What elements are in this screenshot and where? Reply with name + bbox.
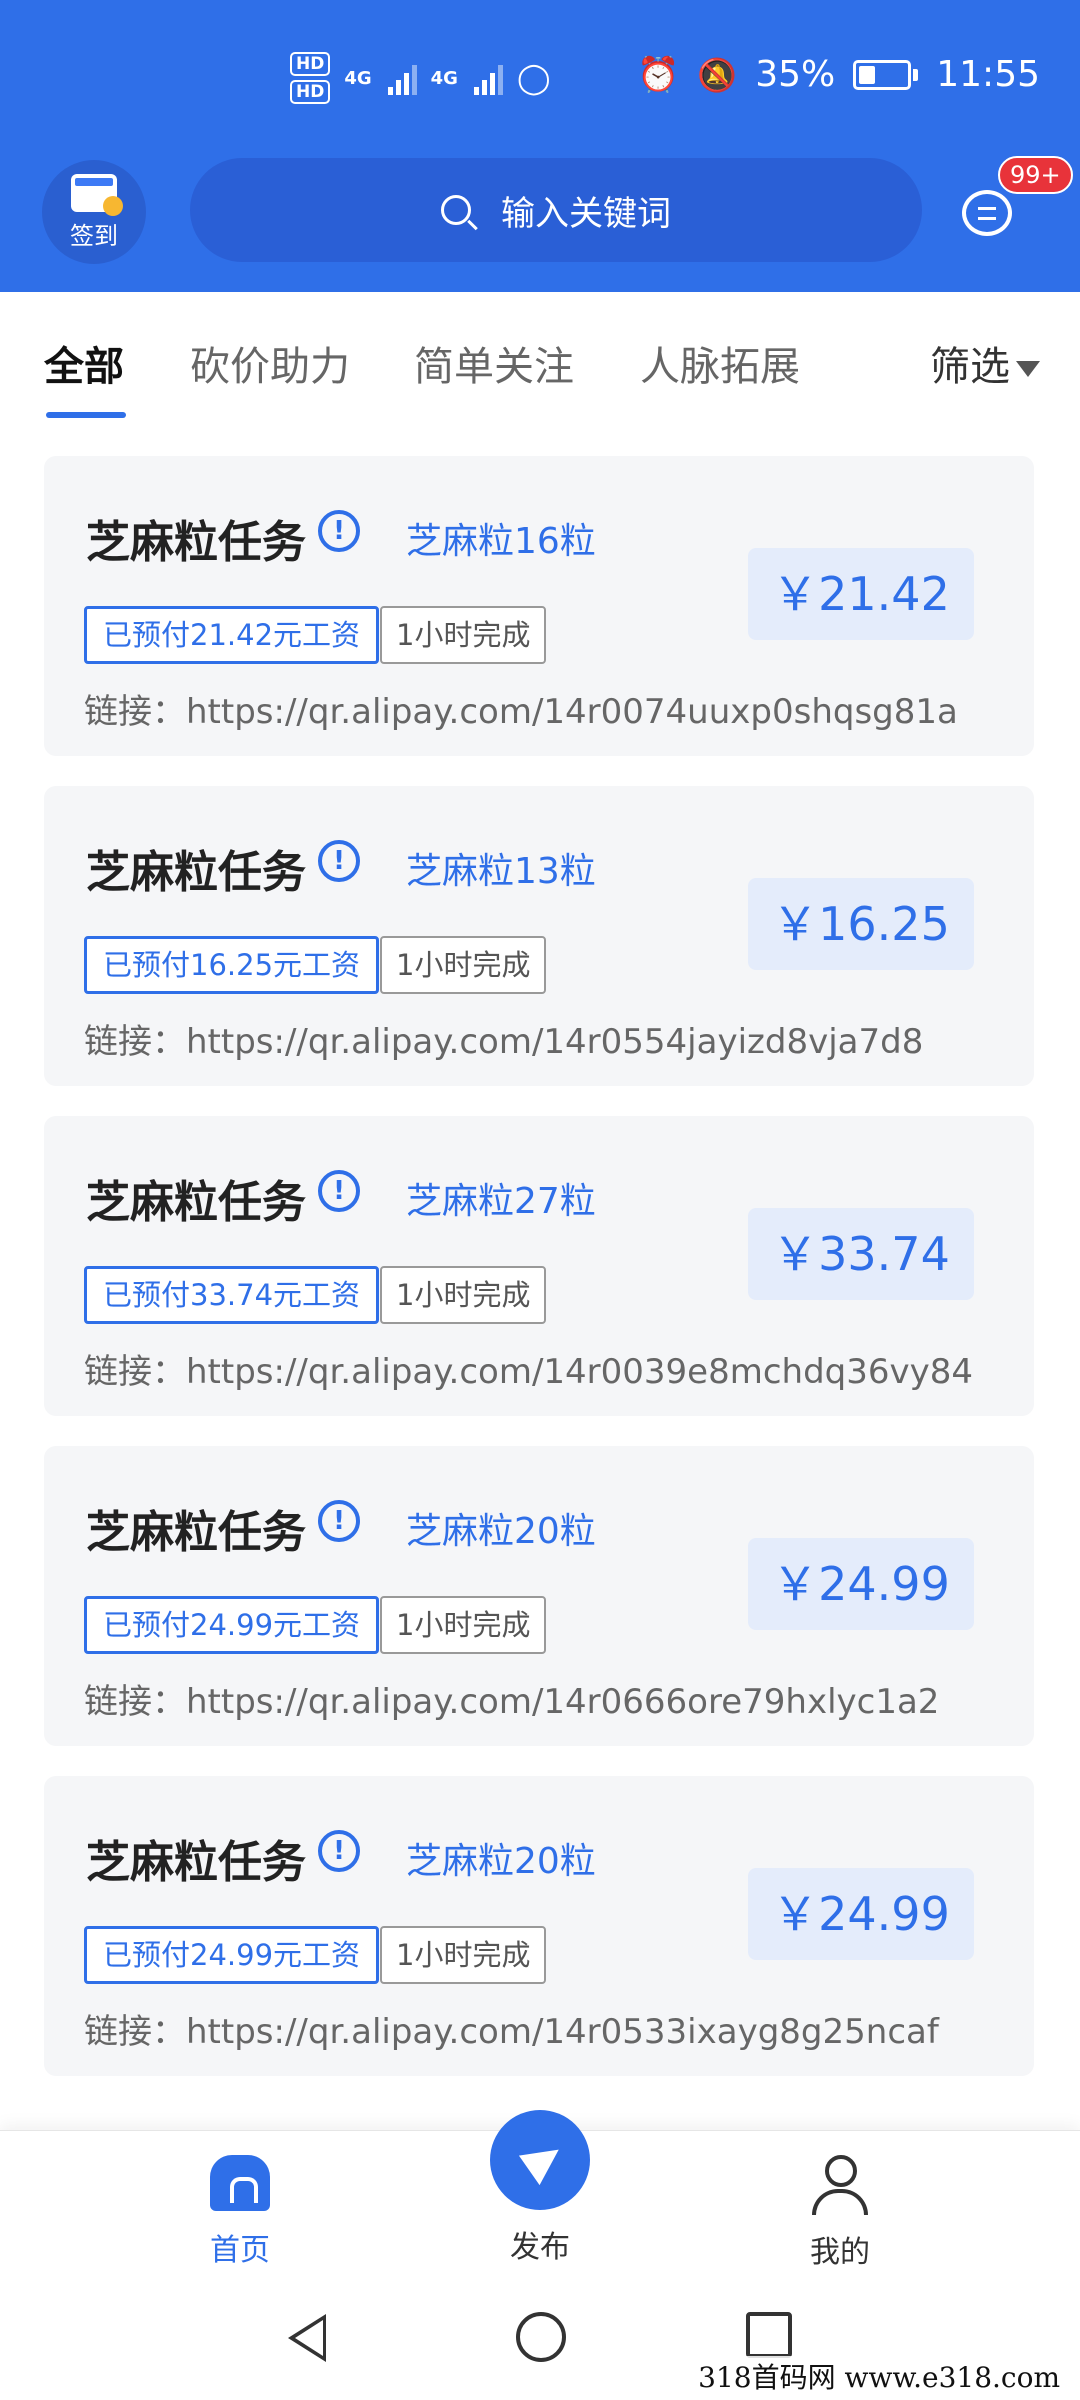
category-tabs: 全部 砍价助力 简单关注 人脉拓展 筛选 (0, 292, 1080, 430)
network-type-1: 4G (344, 67, 372, 89)
task-title: 芝麻粒任务 (86, 1177, 306, 1228)
task-grains: 芝麻粒13粒 (406, 851, 596, 892)
duration-tag: 1小时完成 (380, 936, 547, 994)
search-icon (441, 195, 471, 225)
recent-apps-icon[interactable] (746, 2312, 792, 2358)
tab-all[interactable]: 全部 (44, 334, 124, 392)
task-grains: 芝麻粒27粒 (406, 1181, 596, 1222)
duration-tag: 1小时完成 (380, 1266, 547, 1324)
clock: 11:55 (936, 54, 1040, 95)
info-icon[interactable]: ! (318, 1500, 360, 1542)
system-nav-bar: 318首码网 www.e318.com (0, 2288, 1080, 2400)
prepaid-tag: 已预付21.42元工资 (84, 606, 380, 664)
info-icon[interactable]: ! (318, 1830, 360, 1872)
task-link[interactable]: 链接：https://qr.alipay.com/14r0533ixayg8g2… (84, 2004, 939, 2053)
task-title: 芝麻粒任务 (86, 1837, 306, 1888)
checkin-button[interactable]: 签到 (42, 160, 146, 264)
hd-indicators: HD HD (290, 52, 331, 104)
info-icon[interactable]: ! (318, 840, 360, 882)
filter-label: 筛选 (930, 344, 1010, 390)
search-placeholder: 输入关键词 (501, 193, 671, 234)
task-card[interactable]: 芝麻粒任务 ! 芝麻粒20粒 已预付24.99元工资 1小时完成 链接：http… (44, 1446, 1034, 1746)
signal-2-icon (473, 61, 503, 95)
task-price: ￥16.25 (748, 878, 974, 970)
task-link[interactable]: 链接：https://qr.alipay.com/14r0554jayizd8v… (84, 1014, 923, 1063)
status-bar: HD HD 4G 4G ◯ ⏰ 🔕 35% 11:55 (0, 40, 1080, 120)
app-header: HD HD 4G 4G ◯ ⏰ 🔕 35% 11:55 签到 输入关键词 99+ (0, 0, 1080, 292)
home-circle-icon[interactable] (516, 2312, 566, 2362)
prepaid-tag: 已预付16.25元工资 (84, 936, 380, 994)
message-badge: 99+ (998, 156, 1073, 194)
task-card[interactable]: 芝麻粒任务 ! 芝麻粒13粒 已预付16.25元工资 1小时完成 链接：http… (44, 786, 1034, 1086)
tab-network[interactable]: 人脉拓展 (640, 334, 800, 392)
prepaid-tag: 已预付24.99元工资 (84, 1926, 380, 1984)
checkin-label: 签到 (70, 221, 118, 250)
task-card[interactable]: 芝麻粒任务 ! 芝麻粒20粒 已预付24.99元工资 1小时完成 链接：http… (44, 1776, 1034, 2076)
task-grains: 芝麻粒16粒 (406, 521, 596, 562)
duration-tag: 1小时完成 (380, 1926, 547, 1984)
publish-label: 发布 (510, 2230, 570, 2265)
task-card[interactable]: 芝麻粒任务 ! 芝麻粒27粒 已预付33.74元工资 1小时完成 链接：http… (44, 1116, 1034, 1416)
task-card[interactable]: 芝麻粒任务 ! 芝麻粒16粒 已预付21.42元工资 1小时完成 链接：http… (44, 456, 1034, 756)
battery-icon (853, 59, 919, 90)
task-price: ￥24.99 (748, 1868, 974, 1960)
info-icon[interactable]: ! (318, 1170, 360, 1212)
wechat-icon: ◯ (516, 60, 551, 96)
battery-percent: 35% (755, 54, 836, 95)
signal-1-icon (387, 61, 417, 95)
nav-home-label: 首页 (210, 2233, 270, 2268)
messages-button[interactable]: 99+ (962, 156, 1073, 242)
nav-mine-label: 我的 (810, 2235, 870, 2270)
task-title: 芝麻粒任务 (86, 847, 306, 898)
filter-button[interactable]: 筛选 (930, 334, 1040, 392)
prepaid-tag: 已预付24.99元工资 (84, 1596, 380, 1654)
task-link[interactable]: 链接：https://qr.alipay.com/14r0039e8mchdq3… (84, 1344, 973, 1393)
user-icon (810, 2155, 870, 2215)
info-icon[interactable]: ! (318, 510, 360, 552)
status-left: HD HD 4G 4G ◯ (290, 52, 551, 104)
active-tab-indicator (46, 412, 126, 418)
task-grains: 芝麻粒20粒 (406, 1511, 596, 1552)
hd-sim2-icon: HD (290, 80, 331, 104)
task-link[interactable]: 链接：https://qr.alipay.com/14r0074uuxp0shq… (84, 684, 958, 733)
task-price: ￥24.99 (748, 1538, 974, 1630)
nav-home[interactable]: 首页 (160, 2155, 320, 2269)
filter-icon (1016, 361, 1040, 377)
back-icon[interactable] (288, 2314, 326, 2362)
alarm-icon: ⏰ (637, 54, 680, 95)
tab-follow[interactable]: 简单关注 (414, 334, 574, 392)
task-title: 芝麻粒任务 (86, 1507, 306, 1558)
network-type-2: 4G (430, 67, 458, 89)
status-right: ⏰ 🔕 35% 11:55 (637, 54, 1040, 95)
task-grains: 芝麻粒20粒 (406, 1841, 596, 1882)
task-price: ￥21.42 (748, 548, 974, 640)
battery-fill (859, 65, 876, 84)
search-bar[interactable]: 输入关键词 (190, 158, 922, 262)
message-icon (962, 190, 1012, 236)
hd-sim1-icon: HD (290, 52, 331, 76)
paper-plane-icon (518, 2134, 570, 2186)
prepaid-tag: 已预付33.74元工资 (84, 1266, 380, 1324)
task-link[interactable]: 链接：https://qr.alipay.com/14r0666ore79hxl… (84, 1674, 939, 1723)
calendar-icon (71, 173, 123, 216)
task-title: 芝麻粒任务 (86, 517, 306, 568)
duration-tag: 1小时完成 (380, 606, 547, 664)
nav-mine[interactable]: 我的 (760, 2155, 920, 2271)
mute-bell-icon: 🔕 (697, 55, 738, 94)
duration-tag: 1小时完成 (380, 1596, 547, 1654)
watermark: 318首码网 www.e318.com (692, 2356, 1066, 2396)
publish-button[interactable] (490, 2110, 590, 2210)
home-icon (210, 2155, 270, 2211)
tab-bargain[interactable]: 砍价助力 (190, 334, 350, 392)
task-price: ￥33.74 (748, 1208, 974, 1300)
